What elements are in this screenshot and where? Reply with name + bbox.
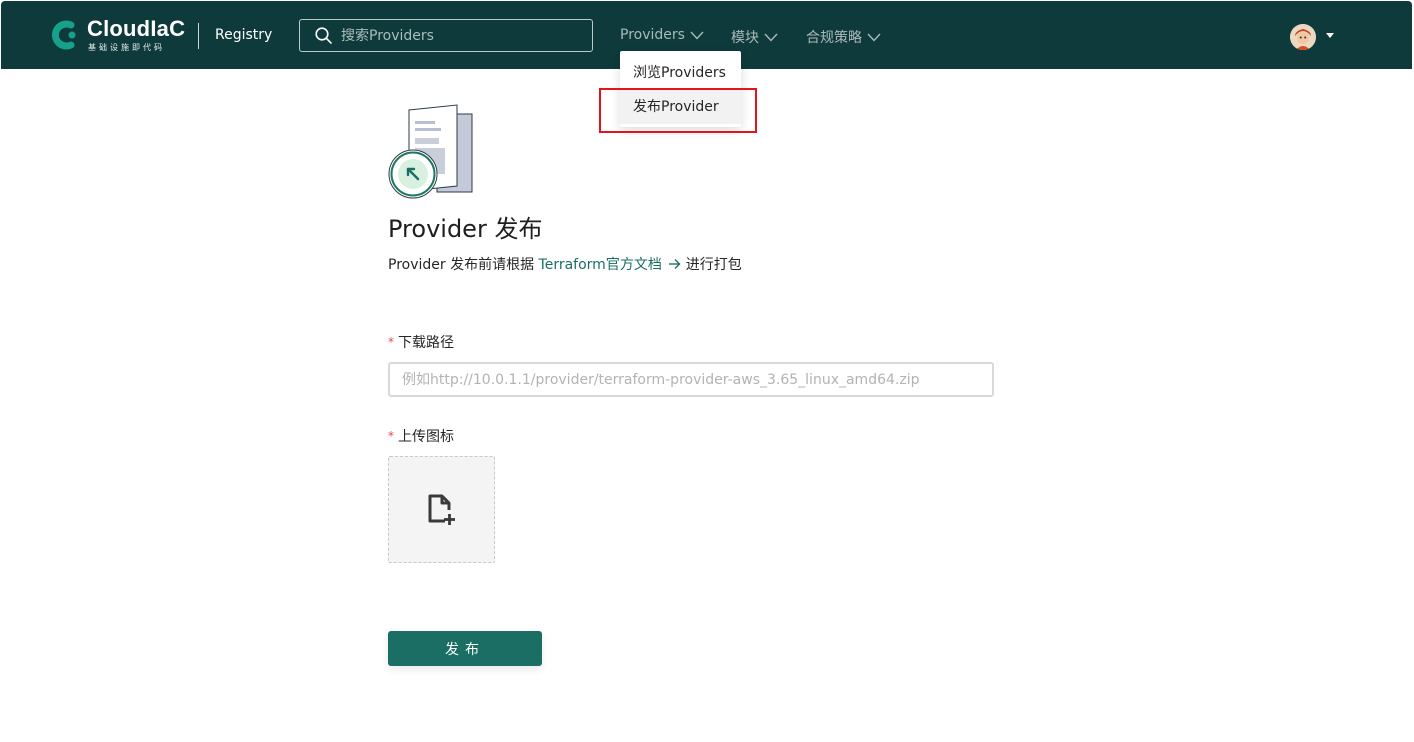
provider-publish-illustration [388, 104, 473, 199]
download-path-label-text: 下载路径 [398, 335, 454, 351]
avatar-icon [1290, 24, 1316, 50]
chevron-down-icon [867, 33, 881, 42]
brand-divider [198, 23, 199, 49]
search-input[interactable] [341, 27, 571, 44]
caret-down-icon[interactable] [1326, 33, 1334, 38]
arrow-right-icon [669, 259, 681, 269]
subtitle-prefix: Provider 发布前请根据 [388, 257, 535, 273]
avatar[interactable] [1290, 24, 1316, 50]
chevron-down-icon [764, 33, 778, 42]
icon-upload-area[interactable] [388, 456, 495, 563]
page-subtitle: Provider 发布前请根据 Terraform官方文档 进行打包 [388, 254, 742, 274]
nav-modules-label: 模块 [731, 30, 759, 46]
brand-name[interactable]: CloudIaC [87, 16, 185, 42]
chevron-down-icon [690, 31, 704, 40]
download-path-input[interactable] [388, 362, 994, 397]
subtitle-suffix: 进行打包 [685, 257, 742, 273]
nav-providers-label: Providers [620, 27, 685, 43]
upload-icon-label-text: 上传图标 [398, 429, 454, 445]
required-mark: * [388, 429, 394, 443]
menu-item-browse-providers[interactable]: 浏览Providers [620, 56, 741, 90]
download-path-label: * 下载路径 [388, 332, 454, 352]
nav-modules[interactable]: 模块 [731, 27, 778, 47]
highlight-box [599, 88, 757, 133]
terraform-docs-link[interactable]: Terraform官方文档 [539, 257, 682, 273]
file-add-icon [428, 494, 455, 525]
upload-icon-label: * 上传图标 [388, 426, 454, 446]
registry-link[interactable]: Registry [215, 27, 272, 43]
nav-compliance[interactable]: 合规策略 [806, 27, 881, 47]
required-mark: * [388, 335, 394, 349]
terraform-docs-link-text[interactable]: Terraform官方文档 [539, 257, 662, 273]
search-box[interactable] [299, 19, 593, 52]
brand-subtitle: 基础设施即代码 [88, 43, 165, 52]
nav-providers[interactable]: Providers [620, 27, 704, 43]
publish-button[interactable]: 发布 [388, 631, 542, 666]
cloudiac-logo-icon[interactable] [49, 19, 81, 51]
page-title: Provider 发布 [388, 215, 543, 243]
search-icon [315, 27, 332, 44]
nav-compliance-label: 合规策略 [806, 30, 862, 46]
